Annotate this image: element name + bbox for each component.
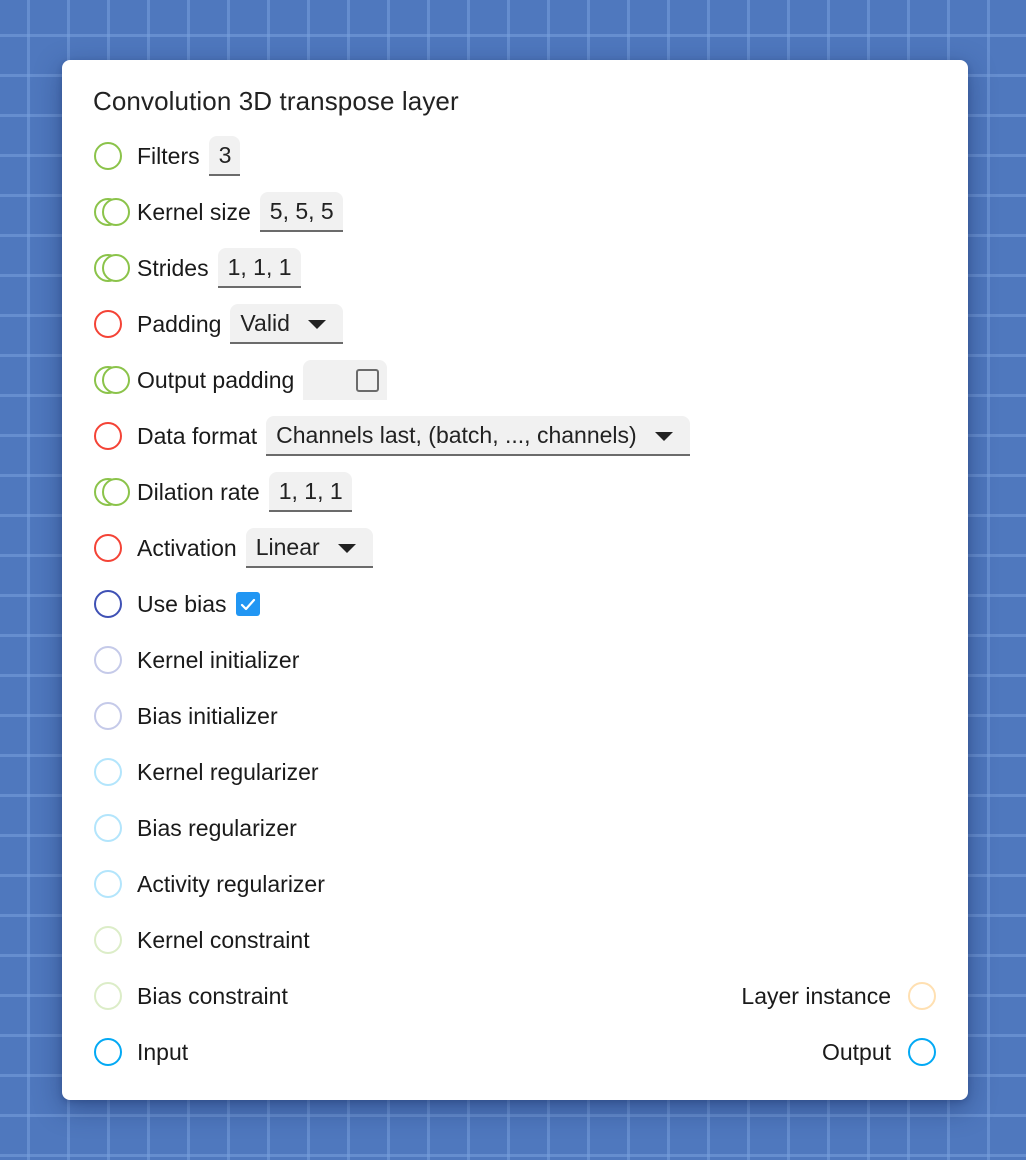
param-row-strides: Strides 1, 1, 1 <box>93 246 301 290</box>
param-row-filters: Filters 3 <box>93 134 241 178</box>
kernel-regularizer-label: Kernel regularizer <box>137 758 319 785</box>
layer-node-card[interactable]: Convolution 3D transpose layer Filters 3… <box>62 60 968 1100</box>
bias-regularizer-label: Bias regularizer <box>137 814 297 841</box>
port-circle-icon <box>908 982 936 1010</box>
port-circle-icon <box>94 590 122 618</box>
param-row-padding: Padding Valid <box>93 302 343 346</box>
padding-label: Padding <box>137 310 222 337</box>
layer-instance-label: Layer instance <box>741 982 891 1009</box>
dropdown-arrow-icon <box>307 320 326 329</box>
param-row-bias-regularizer: Bias regularizer <box>93 806 297 850</box>
dilation-rate-value: 1, 1, 1 <box>278 477 343 504</box>
dilation-rate-label: Dilation rate <box>137 478 260 505</box>
padding-value: Valid <box>240 309 290 336</box>
use-bias-checkbox[interactable] <box>236 592 261 616</box>
port-circle-icon <box>94 926 122 954</box>
kernel-size-label: Kernel size <box>137 198 251 225</box>
param-row-input: Input <box>93 1030 188 1074</box>
bias-constraint-port[interactable] <box>93 981 137 1011</box>
activity-regularizer-label: Activity regularizer <box>137 870 325 897</box>
node-title: Convolution 3D transpose layer <box>93 86 459 116</box>
padding-port[interactable] <box>93 309 137 339</box>
output-padding-field <box>303 360 388 400</box>
strides-input[interactable]: 1, 1, 1 <box>217 248 301 288</box>
filters-label: Filters <box>137 142 200 169</box>
activation-port[interactable] <box>93 533 137 563</box>
kernel-regularizer-port[interactable] <box>93 757 137 787</box>
param-row-dilation-rate: Dilation rate 1, 1, 1 <box>93 470 352 514</box>
data-format-value: Channels last, (batch, ..., channels) <box>276 421 637 448</box>
strides-label: Strides <box>137 254 209 281</box>
param-row-activation: Activation Linear <box>93 526 373 570</box>
dilation-rate-port[interactable] <box>93 477 137 507</box>
port-circle-icon <box>102 254 130 282</box>
checkmark-icon <box>241 598 256 610</box>
port-circle-icon <box>94 1038 122 1066</box>
kernel-constraint-label: Kernel constraint <box>137 926 310 953</box>
output-padding-checkbox[interactable] <box>356 368 380 392</box>
kernel-size-port[interactable] <box>93 197 137 227</box>
kernel-size-value: 5, 5, 5 <box>269 197 334 224</box>
param-row-use-bias: Use bias <box>93 582 261 626</box>
activation-select[interactable]: Linear <box>245 528 373 568</box>
dropdown-arrow-icon <box>654 432 673 441</box>
output-label: Output <box>821 1038 891 1065</box>
param-row-kernel-initializer: Kernel initializer <box>93 638 299 682</box>
kernel-initializer-port[interactable] <box>93 645 137 675</box>
use-bias-label: Use bias <box>137 590 227 617</box>
port-circle-icon <box>94 758 122 786</box>
param-row-bias-constraint: Bias constraint <box>93 974 288 1018</box>
data-format-port[interactable] <box>93 421 137 451</box>
dilation-rate-input[interactable]: 1, 1, 1 <box>268 472 352 512</box>
kernel-constraint-port[interactable] <box>93 925 137 955</box>
param-row-kernel-constraint: Kernel constraint <box>93 918 310 962</box>
kernel-initializer-label: Kernel initializer <box>137 646 300 673</box>
output-padding-port[interactable] <box>93 365 137 395</box>
port-circle-icon <box>94 814 122 842</box>
param-row-output-padding: Output padding <box>93 358 388 402</box>
bias-initializer-port[interactable] <box>93 701 137 731</box>
port-circle-icon <box>102 198 130 226</box>
port-circle-icon <box>94 534 122 562</box>
bias-constraint-label: Bias constraint <box>137 982 288 1009</box>
input-port[interactable] <box>93 1037 137 1067</box>
filters-port[interactable] <box>93 141 137 171</box>
port-circle-icon <box>94 646 122 674</box>
use-bias-port[interactable] <box>93 589 137 619</box>
layer-instance-port[interactable] <box>907 981 937 1011</box>
data-format-label: Data format <box>137 422 258 449</box>
port-circle-icon <box>94 982 122 1010</box>
output-row-layer-instance: Layer instance <box>741 974 937 1018</box>
port-circle-icon <box>94 310 122 338</box>
activation-value: Linear <box>255 533 320 560</box>
strides-port[interactable] <box>93 253 137 283</box>
output-row-output: Output <box>822 1030 937 1074</box>
input-label: Input <box>137 1038 189 1065</box>
output-padding-label: Output padding <box>137 366 295 393</box>
output-port[interactable] <box>907 1037 937 1067</box>
param-row-kernel-size: Kernel size 5, 5, 5 <box>93 190 343 234</box>
port-circle-icon <box>94 142 122 170</box>
dropdown-arrow-icon <box>337 544 356 553</box>
port-circle-icon <box>94 870 122 898</box>
data-format-select[interactable]: Channels last, (batch, ..., channels) <box>266 416 690 456</box>
port-circle-icon <box>94 422 122 450</box>
param-row-kernel-regularizer: Kernel regularizer <box>93 750 319 794</box>
filters-value: 3 <box>218 141 232 168</box>
port-circle-icon <box>102 478 130 506</box>
activation-label: Activation <box>137 534 237 561</box>
port-circle-icon <box>908 1038 936 1066</box>
port-circle-icon <box>102 366 130 394</box>
port-circle-icon <box>94 702 122 730</box>
param-row-activity-regularizer: Activity regularizer <box>93 862 325 906</box>
param-row-data-format: Data format Channels last, (batch, ..., … <box>93 414 690 458</box>
padding-select[interactable]: Valid <box>230 304 343 344</box>
activity-regularizer-port[interactable] <box>93 869 137 899</box>
bias-regularizer-port[interactable] <box>93 813 137 843</box>
filters-input[interactable]: 3 <box>208 136 241 176</box>
bias-initializer-label: Bias initializer <box>137 702 278 729</box>
param-row-bias-initializer: Bias initializer <box>93 694 278 738</box>
kernel-size-input[interactable]: 5, 5, 5 <box>259 192 343 232</box>
strides-value: 1, 1, 1 <box>227 253 292 280</box>
